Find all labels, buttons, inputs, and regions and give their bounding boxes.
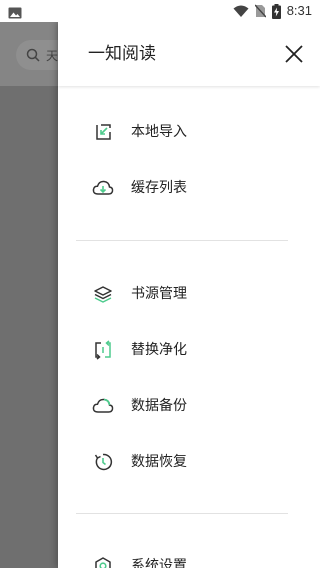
section-divider bbox=[76, 240, 288, 241]
status-time: 8:31 bbox=[286, 3, 312, 18]
menu-item-data-backup[interactable]: 数据备份 bbox=[58, 382, 320, 430]
menu-item-replace-purify[interactable]: 替换净化 bbox=[58, 326, 320, 374]
close-icon[interactable] bbox=[284, 44, 304, 64]
drawer-title: 一知阅读 bbox=[88, 44, 156, 64]
menu-item-label: 数据恢复 bbox=[131, 454, 187, 470]
menu-item-local-import[interactable]: 本地导入 bbox=[58, 108, 320, 156]
swap-icon bbox=[92, 339, 114, 361]
status-bar: 8:31 bbox=[0, 0, 320, 22]
search-icon bbox=[26, 48, 40, 62]
menu-item-system-settings[interactable]: 系统设置 bbox=[58, 542, 320, 568]
menu-item-label: 系统设置 bbox=[131, 558, 187, 568]
section-divider bbox=[76, 513, 288, 514]
menu-item-cache-list[interactable]: 缓存列表 bbox=[58, 164, 320, 212]
settings-icon bbox=[92, 555, 114, 568]
import-icon bbox=[92, 121, 114, 143]
menu-item-label: 本地导入 bbox=[131, 124, 187, 140]
layers-icon bbox=[92, 283, 114, 305]
battery-charging-icon bbox=[271, 3, 281, 19]
menu-item-data-restore[interactable]: 数据恢复 bbox=[58, 438, 320, 486]
menu-item-label: 缓存列表 bbox=[131, 180, 187, 196]
cloud-backup-icon bbox=[92, 395, 114, 417]
navigation-drawer: 一知阅读 本地导入 缓存列表 书源管理 替换净化 数据备份 数据恢复 系统设置 bbox=[58, 22, 320, 568]
drawer-header: 一知阅读 bbox=[58, 22, 320, 86]
no-sim-icon bbox=[254, 4, 266, 18]
menu-item-label: 替换净化 bbox=[131, 342, 187, 358]
image-icon bbox=[8, 7, 22, 19]
wifi-icon bbox=[233, 5, 249, 17]
menu-item-label: 书源管理 bbox=[131, 286, 187, 302]
restore-icon bbox=[92, 451, 114, 473]
menu-item-source-management[interactable]: 书源管理 bbox=[58, 270, 320, 318]
menu-item-label: 数据备份 bbox=[131, 398, 187, 414]
background-search-placeholder: 天 bbox=[46, 48, 59, 63]
cloud-download-icon bbox=[92, 177, 114, 199]
